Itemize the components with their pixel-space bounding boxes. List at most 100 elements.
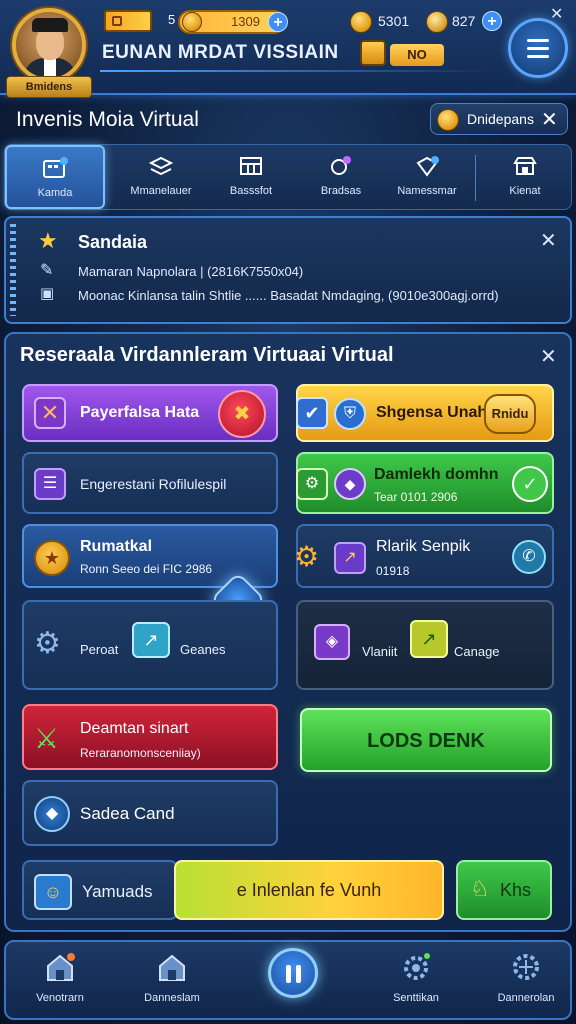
nav-item-danneslam[interactable]: Danneslam bbox=[122, 942, 222, 1018]
main-panel: Reseraala Virdannleram Virtuaai Virtual … bbox=[4, 332, 572, 932]
card-title: Payerfalsa Hata bbox=[80, 404, 200, 421]
card-engerestani[interactable]: ☰ Engerestani Rofilulespil bbox=[22, 452, 278, 514]
card-left-label: Vlaniit bbox=[362, 644, 398, 659]
button-label: e Inlenlan fe Vunh bbox=[236, 880, 382, 900]
cog-icon: ⚙ bbox=[34, 627, 61, 660]
tab-kamda[interactable]: Kamda bbox=[5, 145, 105, 209]
add-xp-button[interactable]: + bbox=[268, 12, 288, 32]
star-coin-icon bbox=[182, 12, 202, 32]
coin-count: 5301 bbox=[378, 13, 410, 29]
tab-divider bbox=[475, 155, 476, 201]
tab-label: Kamda bbox=[37, 187, 73, 199]
call-icon[interactable]: ✆ bbox=[512, 540, 546, 574]
notice-panel: ★ Sandaia ✎ Mamaran Napnolara | (2816K75… bbox=[4, 216, 572, 324]
notice-close-icon[interactable]: ✕ bbox=[540, 228, 557, 253]
check-icon: ✔ bbox=[296, 397, 328, 429]
nav-item-dannerolan[interactable]: Dannerolan bbox=[476, 942, 576, 1018]
notice-title: Sandaia bbox=[78, 232, 148, 252]
tab-bradsas[interactable]: Bradsas bbox=[291, 145, 391, 209]
pause-button[interactable] bbox=[268, 948, 318, 998]
tab-label: Basssfot bbox=[229, 185, 273, 197]
khs-button[interactable]: ♘ Khs bbox=[456, 860, 552, 920]
tab-namessmar[interactable]: Namessmar bbox=[377, 145, 477, 209]
home-icon bbox=[47, 953, 75, 981]
lods-denk-button[interactable]: LODS DENK bbox=[300, 708, 552, 772]
tab-kienat[interactable]: Kienat bbox=[477, 145, 573, 209]
card-deamtan[interactable]: ⚔ Deamtan sinart Reraranomonsceniiay) bbox=[22, 704, 278, 770]
gear-icon: ⚙ bbox=[294, 541, 320, 572]
card-subtitle: 01918 bbox=[376, 564, 410, 578]
card-peroat[interactable]: ⚙ Peroat ↗ Geanes bbox=[22, 600, 278, 690]
xp-value: 1309 bbox=[231, 14, 260, 29]
stats-icon: ↗ bbox=[132, 622, 170, 658]
card-payerfalsa[interactable]: ✕ Payerfalsa Hata ✖ bbox=[22, 384, 278, 442]
card-right-label: Canage bbox=[454, 644, 500, 659]
primary-action-button[interactable]: e Inlenlan fe Vunh bbox=[174, 860, 444, 920]
currency-chip[interactable]: Dnidepans ✕ bbox=[430, 103, 568, 135]
menu-button[interactable] bbox=[508, 18, 568, 78]
coin-icon bbox=[437, 109, 459, 131]
header-title: EUNAN MRDAT VISSIAIN bbox=[102, 42, 339, 63]
energy-icon bbox=[104, 10, 152, 32]
card-rlarik[interactable]: ⚙ ↗ Rlarik Senpik 01918 ✆ bbox=[294, 524, 554, 588]
header-divider bbox=[100, 70, 490, 72]
shield-icon: ⛨ bbox=[334, 398, 366, 430]
chest-counter[interactable]: NO bbox=[390, 44, 444, 66]
list-icon: ☰ bbox=[34, 468, 66, 500]
tab-mmanelauer[interactable]: Mmanelauer bbox=[111, 145, 211, 209]
cross-icon: ✕ bbox=[34, 397, 66, 429]
coin-icon bbox=[350, 11, 372, 33]
trophy-icon: ♘ bbox=[470, 876, 490, 901]
chip-close-icon[interactable]: ✕ bbox=[541, 107, 558, 132]
notice-stripe bbox=[10, 224, 16, 316]
nav-item-senttikan[interactable]: Senttikan bbox=[366, 942, 466, 1018]
settings-icon: ⚙ bbox=[296, 468, 328, 500]
category-tabs: Kamda Mmanelauer Basssfot Bradsas Namess… bbox=[4, 144, 572, 210]
gem-count: 827 bbox=[452, 13, 476, 29]
panel-title: Reseraala Virdannleram Virtuaai Virtual bbox=[20, 344, 394, 366]
card-subtitle: Ronn Seeo dei FIC 2986 bbox=[80, 562, 213, 576]
top-header: Bmidens 5 1309 + 5301 827 + EUNAN MRDAT … bbox=[0, 0, 576, 98]
gem-icon: ◆ bbox=[334, 468, 366, 500]
nav-item-venotrarn[interactable]: Venotrarn bbox=[10, 942, 110, 1018]
shield-icon: ◆ bbox=[34, 796, 70, 832]
gear-icon bbox=[513, 954, 539, 980]
gem-icon bbox=[426, 11, 448, 33]
profile-label: Yamuads bbox=[82, 882, 153, 901]
add-gems-button[interactable]: + bbox=[482, 11, 502, 31]
settings-icon bbox=[404, 953, 430, 980]
card-damlekh[interactable]: ⚙ ◆ Damlekh domhn Tear 0101 2906 ✓ bbox=[296, 452, 554, 514]
player-avatar[interactable]: Bmidens bbox=[6, 4, 92, 98]
tab-label: Mmanelauer bbox=[130, 185, 192, 197]
card-title: Sadea Cand bbox=[80, 804, 175, 823]
confirm-icon[interactable]: ✓ bbox=[512, 466, 548, 502]
panel-close-icon[interactable]: ✕ bbox=[540, 344, 557, 369]
chip-label: Dnidepans bbox=[467, 111, 534, 127]
house-icon bbox=[159, 954, 185, 981]
profile-chip[interactable]: ☺ Yamuads bbox=[22, 860, 178, 920]
chest-icon bbox=[240, 157, 262, 175]
inventory-icon bbox=[43, 157, 68, 178]
card-vlaniit[interactable]: ◈ Vlaniit ↗ Canage bbox=[296, 600, 554, 690]
card-shgensa[interactable]: ✔ ⛨ Shgensa Unah Rnidu bbox=[296, 384, 554, 442]
pause-icon bbox=[286, 965, 291, 983]
notice-line-1: Mamaran Napnolara | (2816K7550x04) bbox=[78, 264, 304, 279]
tab-label: Kienat bbox=[509, 185, 541, 197]
button-label: Khs bbox=[500, 880, 532, 900]
page-title: Invenis Moia Virtual bbox=[16, 108, 199, 131]
card-title: Deamtan sinart bbox=[80, 720, 189, 737]
card-title: Rumatkal bbox=[80, 538, 153, 555]
card-title: Engerestani Rofilulespil bbox=[80, 476, 227, 492]
button-label: LODS DENK bbox=[367, 730, 485, 752]
tab-basssfot[interactable]: Basssfot bbox=[201, 145, 301, 209]
notice-line-2: Moonac Kinlansa talin Shtlie ...... Basa… bbox=[78, 288, 499, 303]
tab-label: Bradsas bbox=[320, 185, 362, 197]
bottom-navigation: Venotrarn Danneslam Senttikan Dannerolan bbox=[4, 940, 572, 1020]
tools-icon: ✖ bbox=[218, 390, 266, 438]
player-level: 5 bbox=[168, 12, 176, 27]
chest-icon[interactable] bbox=[360, 40, 386, 66]
nav-label: Danneslam bbox=[144, 992, 200, 1004]
camera-icon: ▣ bbox=[40, 285, 55, 302]
shop-icon bbox=[513, 157, 537, 175]
card-sadea[interactable]: ◆ Sadea Cand bbox=[22, 780, 278, 846]
